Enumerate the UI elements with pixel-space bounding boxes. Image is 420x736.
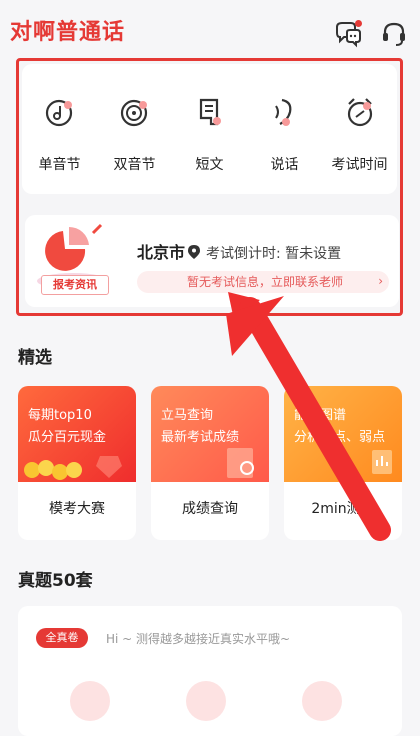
city-row: 北京市 考试倒计时: 暂未设置 [137, 239, 341, 263]
category-speaking[interactable]: 说话 [247, 64, 322, 194]
category-exam-time[interactable]: 考试时间 [322, 64, 397, 194]
category-grid: 单音节 双音节 短文 说话 考试时间 [22, 64, 397, 194]
essay-icon [195, 96, 225, 128]
real-tests-hint: Hi ~ 测得越多越接近真实水平哦~ [106, 632, 291, 646]
chart-doc-icon [372, 450, 392, 474]
exam-news-label: 报考资讯 [41, 275, 109, 295]
exam-countdown: 考试倒计时: 暂未设置 [206, 246, 342, 262]
test-item[interactable] [302, 681, 342, 721]
card-banner: 立马查询 最新考试成绩 [151, 386, 269, 482]
city-name[interactable]: 北京市 [137, 243, 185, 262]
document-search-icon [227, 448, 254, 478]
category-label: 短文 [195, 157, 224, 173]
category-label: 考试时间 [331, 157, 388, 173]
two-min-test-card[interactable]: 能力图谱 分析难点、弱点 2min测试 [284, 386, 402, 540]
mock-contest-card[interactable]: 每期top10 瓜分百元现金 模考大赛 [18, 386, 136, 540]
alarm-clock-icon [345, 96, 375, 128]
test-item[interactable] [70, 681, 110, 721]
category-label: 说话 [270, 157, 299, 173]
section-title-real-tests: 真题50套 [18, 571, 93, 591]
banner-line: 每期top10 [28, 408, 92, 423]
highlight-frame: 单音节 双音节 短文 说话 考试时间 报考资讯 北京市 考试倒计时: 暂未设置 … [16, 58, 403, 316]
card-banner: 每期top10 瓜分百元现金 [18, 386, 136, 482]
banner-line: 瓜分百元现金 [28, 430, 107, 445]
chat-icon[interactable] [333, 20, 363, 48]
category-essay[interactable]: 短文 [172, 64, 247, 194]
real-tests-card[interactable]: 全真卷 Hi ~ 测得越多越接近真实水平哦~ [18, 606, 402, 736]
full-paper-badge: 全真卷 [36, 628, 88, 648]
exam-news-badge[interactable]: 报考资讯 [33, 221, 115, 301]
card-banner: 能力图谱 分析难点、弱点 [284, 386, 402, 482]
exam-info-card[interactable]: 报考资讯 北京市 考试倒计时: 暂未设置 暂无考试信息，立即联系老师 › [25, 215, 399, 307]
card-label: 2min测试 [311, 501, 375, 517]
banner-line: 立马查询 [161, 408, 214, 423]
card-label: 成绩查询 [182, 501, 238, 517]
banner-line: 能力图谱 [294, 408, 347, 423]
category-double-syllable[interactable]: 双音节 [97, 64, 172, 194]
headset-icon[interactable] [380, 20, 408, 48]
single-syllable-icon [45, 96, 75, 128]
category-single-syllable[interactable]: 单音节 [22, 64, 97, 194]
test-item[interactable] [186, 681, 226, 721]
gold-coins-icon [24, 456, 122, 480]
app-title: 对啊普通话 [10, 20, 126, 45]
banner-line: 最新考试成绩 [161, 430, 240, 445]
location-pin-icon [188, 245, 201, 259]
double-syllable-icon [120, 96, 150, 128]
card-label: 模考大赛 [49, 501, 105, 517]
section-title-featured: 精选 [18, 348, 52, 368]
banner-line: 分析难点、弱点 [294, 430, 386, 445]
category-label: 双音节 [113, 157, 156, 173]
speaking-icon [270, 96, 300, 128]
chevron-right-icon: › [378, 274, 383, 288]
category-label: 单音节 [38, 157, 81, 173]
notice-text: 暂无考试信息，立即联系老师 [187, 275, 344, 289]
contact-teacher-bar[interactable]: 暂无考试信息，立即联系老师 › [137, 271, 389, 293]
score-query-card[interactable]: 立马查询 最新考试成绩 成绩查询 [151, 386, 269, 540]
